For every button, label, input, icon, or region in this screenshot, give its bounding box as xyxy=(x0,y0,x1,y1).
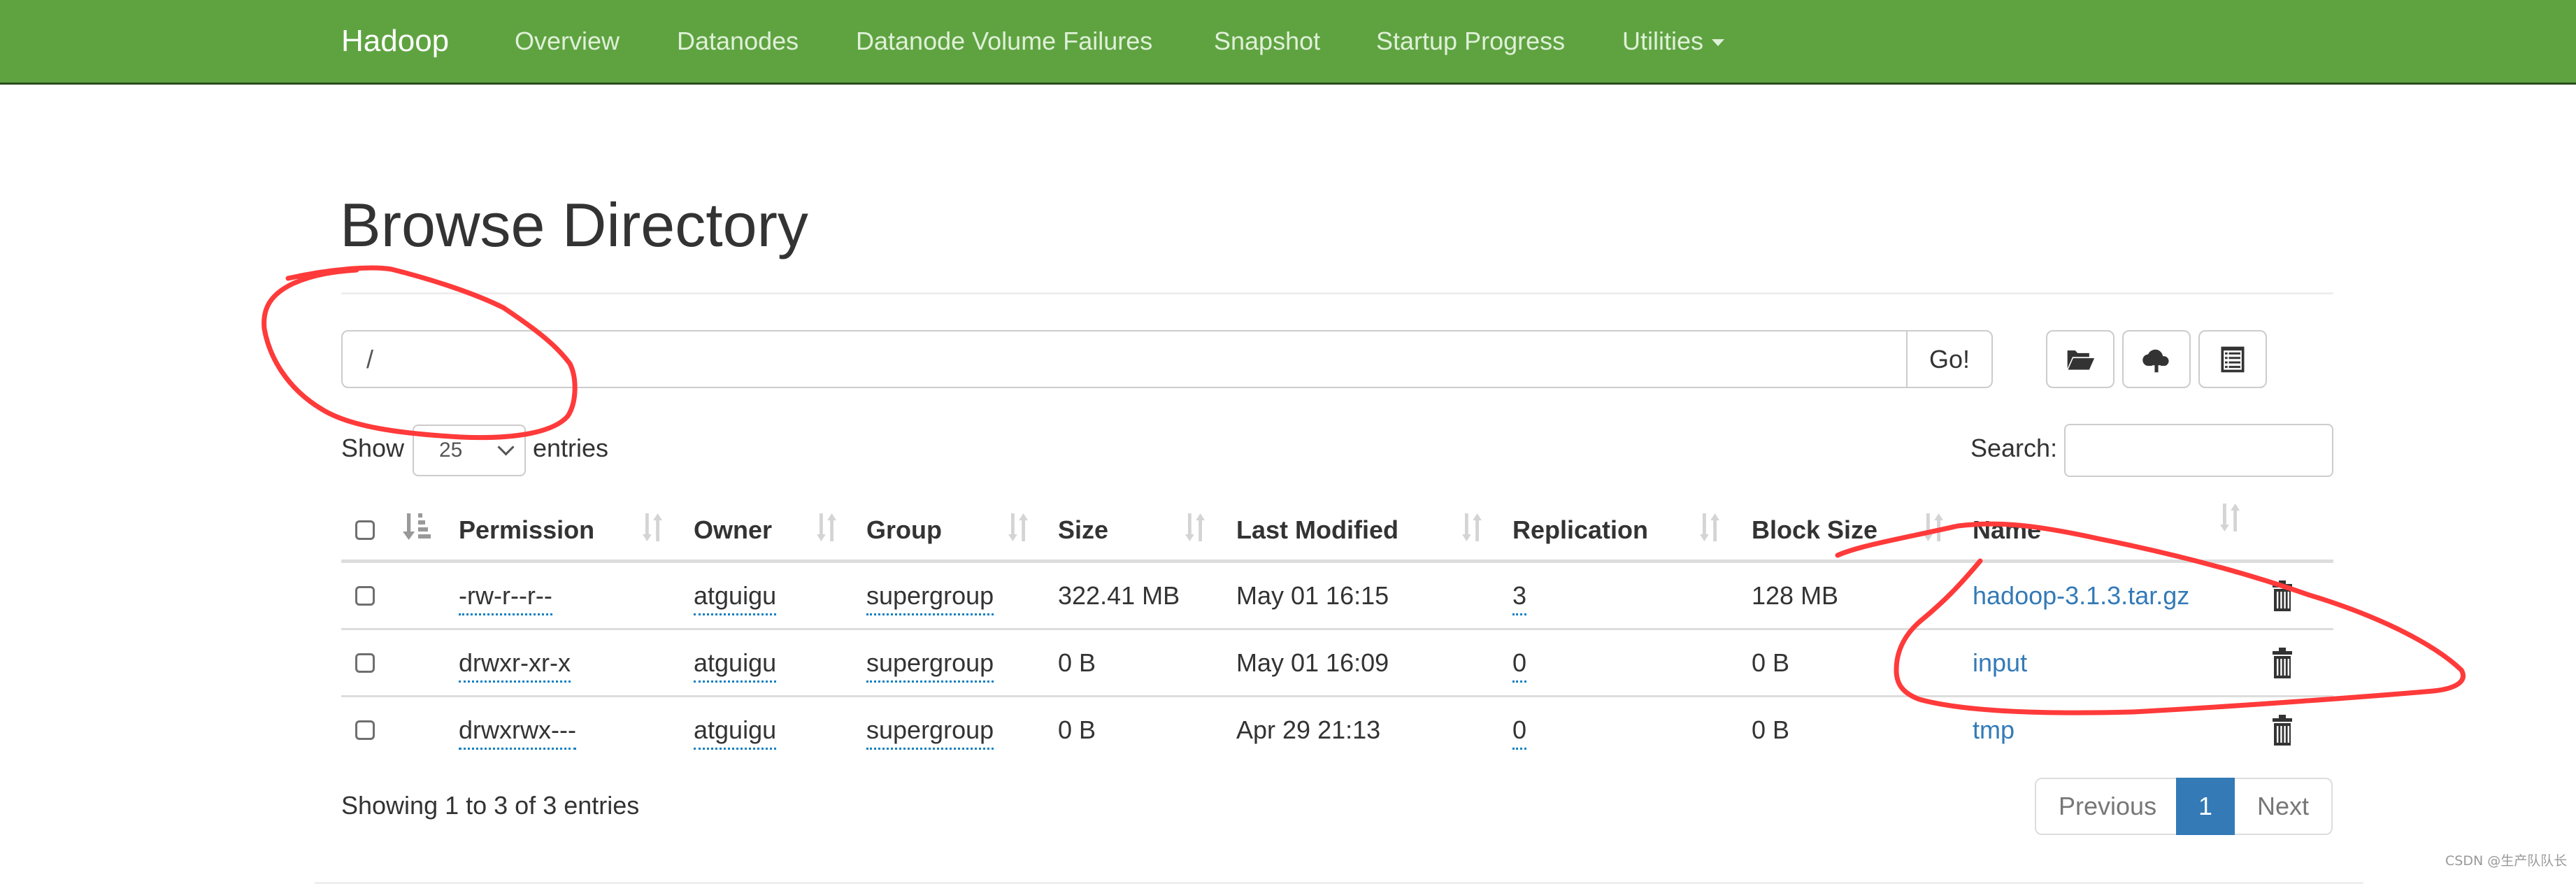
annotation-circle-name-column xyxy=(1835,521,2466,715)
column-header-permission[interactable]: Permission xyxy=(459,509,594,551)
column-header-last-modified[interactable]: Last Modified xyxy=(1236,509,1398,551)
previous-page-button[interactable]: Previous xyxy=(2035,778,2176,835)
trash-icon[interactable] xyxy=(2270,580,2294,611)
brand-link[interactable]: Hadoop xyxy=(341,0,449,83)
caret-down-icon xyxy=(1712,39,1725,47)
permission-cell[interactable]: -rw-r--r-- xyxy=(459,578,552,615)
table-row: drwxrwx--- atguigu supergroup 0 B Apr 29… xyxy=(0,709,2576,751)
column-header-group[interactable]: Group xyxy=(866,509,942,551)
column-header-block-size[interactable]: Block Size xyxy=(1752,509,1877,551)
owner-cell[interactable]: atguigu xyxy=(694,713,777,750)
nav-startup-progress[interactable]: Startup Progress xyxy=(1376,0,1565,83)
table-row: drwxr-xr-x atguigu supergroup 0 B May 01… xyxy=(0,642,2576,684)
table-row: -rw-r--r-- atguigu supergroup 322.41 MB … xyxy=(0,575,2576,617)
nav-utilities-label: Utilities xyxy=(1622,27,1704,55)
nav-datanodes[interactable]: Datanodes xyxy=(677,0,799,83)
sort-both-icon[interactable] xyxy=(816,511,837,544)
sort-both-icon[interactable] xyxy=(2219,501,2240,534)
trash-icon[interactable] xyxy=(2270,715,2294,746)
permission-cell[interactable]: drwxr-xr-x xyxy=(459,646,571,683)
entries-label: entries xyxy=(533,434,609,462)
size-cell: 0 B xyxy=(1058,715,1096,744)
page-length-value: 25 xyxy=(439,439,463,462)
group-cell[interactable]: supergroup xyxy=(866,646,994,683)
permission-cell[interactable]: drwxrwx--- xyxy=(459,713,576,750)
search-input[interactable] xyxy=(2064,424,2333,477)
file-name-link[interactable]: hadoop-3.1.3.tar.gz xyxy=(1973,575,2189,617)
group-cell[interactable]: supergroup xyxy=(866,578,994,615)
column-header-size[interactable]: Size xyxy=(1058,509,1108,551)
owner-cell[interactable]: atguigu xyxy=(694,578,777,615)
page-length-select[interactable]: 25 xyxy=(413,425,526,476)
row-checkbox[interactable] xyxy=(355,653,375,673)
title-divider xyxy=(341,292,2333,294)
replication-cell[interactable]: 0 xyxy=(1512,713,1527,750)
replication-cell[interactable]: 0 xyxy=(1512,646,1527,683)
sort-desc-icon[interactable] xyxy=(403,511,431,544)
sort-both-icon[interactable] xyxy=(1699,511,1720,544)
row-checkbox[interactable] xyxy=(355,586,375,606)
sort-both-icon[interactable] xyxy=(1185,511,1205,544)
size-cell: 0 B xyxy=(1058,648,1096,677)
search-label: Search: xyxy=(1970,434,2058,462)
replication-cell[interactable]: 3 xyxy=(1512,578,1527,615)
nav-overview[interactable]: Overview xyxy=(515,0,620,83)
upload-file-button[interactable] xyxy=(2122,330,2191,388)
column-header-owner[interactable]: Owner xyxy=(694,509,772,551)
next-page-button[interactable]: Next xyxy=(2235,778,2333,835)
show-label: Show xyxy=(341,434,405,462)
cloud-upload-icon xyxy=(2142,349,2169,372)
nav-utilities-dropdown[interactable]: Utilities xyxy=(1622,0,1725,83)
go-button[interactable]: Go! xyxy=(1906,330,1993,388)
sort-both-icon[interactable] xyxy=(1461,511,1482,544)
nav-snapshot[interactable]: Snapshot xyxy=(1214,0,1320,83)
row-divider xyxy=(341,628,2333,630)
trash-icon[interactable] xyxy=(2270,648,2294,678)
pagination: Previous 1 Next xyxy=(2035,778,2333,835)
row-divider xyxy=(341,695,2333,697)
block-size-cell: 0 B xyxy=(1752,715,1790,744)
directory-path-input[interactable] xyxy=(341,330,1908,388)
sort-both-icon[interactable] xyxy=(1008,511,1029,544)
directory-name-link[interactable]: tmp xyxy=(1973,709,2015,751)
table-info: Showing 1 to 3 of 3 entries xyxy=(341,791,640,820)
sort-both-icon[interactable] xyxy=(642,511,663,544)
select-all-checkbox[interactable] xyxy=(355,520,375,540)
cut-paste-button[interactable] xyxy=(2198,330,2267,388)
block-size-cell: 0 B xyxy=(1752,648,1790,677)
last-modified-cell: May 01 16:15 xyxy=(1236,581,1389,610)
table-header-divider xyxy=(341,559,2333,563)
group-cell[interactable]: supergroup xyxy=(866,713,994,750)
watermark: CSDN @生产队队长 xyxy=(2445,853,2568,869)
last-modified-cell: Apr 29 21:13 xyxy=(1236,715,1381,744)
create-directory-button[interactable] xyxy=(2046,330,2115,388)
nav-datanode-volume-failures[interactable]: Datanode Volume Failures xyxy=(856,0,1152,83)
folder-open-icon xyxy=(2067,350,2095,370)
page-title: Browse Directory xyxy=(340,190,808,259)
list-alt-icon xyxy=(2221,346,2245,372)
chevron-down-icon xyxy=(497,439,515,456)
row-checkbox[interactable] xyxy=(355,720,375,740)
last-modified-cell: May 01 16:09 xyxy=(1236,648,1389,677)
block-size-cell: 128 MB xyxy=(1752,581,1839,610)
column-header-name[interactable]: Name xyxy=(1973,509,2041,551)
column-header-replication[interactable]: Replication xyxy=(1512,509,1648,551)
directory-name-link[interactable]: input xyxy=(1973,642,2027,684)
size-cell: 322.41 MB xyxy=(1058,581,1180,610)
sort-both-icon[interactable] xyxy=(1923,511,1944,544)
owner-cell[interactable]: atguigu xyxy=(694,646,777,683)
page-1-button[interactable]: 1 xyxy=(2176,778,2235,835)
